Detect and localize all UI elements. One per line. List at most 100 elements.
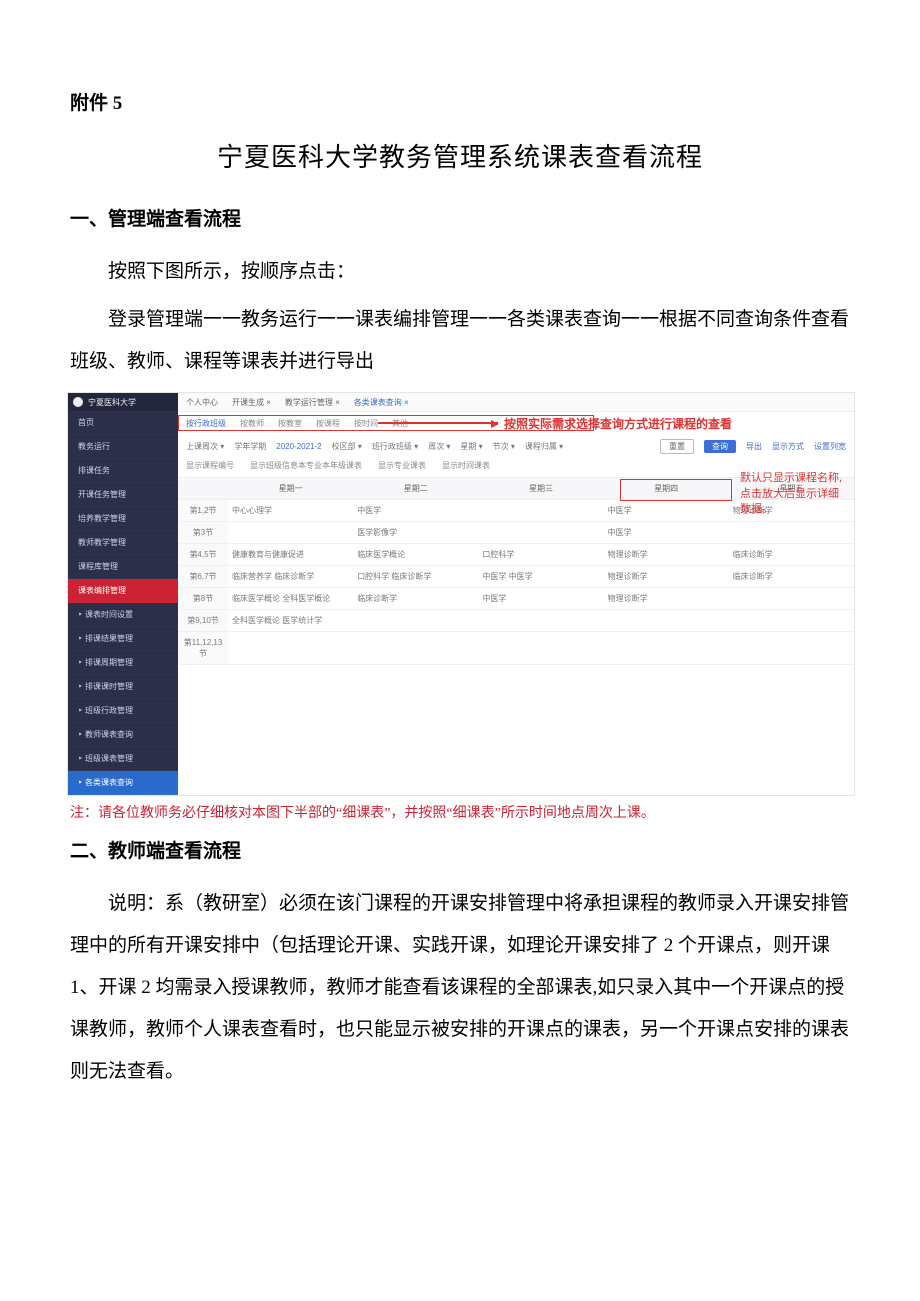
grid-header: 星期四 — [604, 478, 729, 500]
grid-cell[interactable]: 临床诊断学 — [729, 566, 854, 588]
col-width-link[interactable]: 设置列宽 — [814, 441, 846, 452]
page-title: 宁夏医科大学教务管理系统课表查看流程 — [70, 137, 850, 174]
grid-cell[interactable]: 中医学 — [478, 588, 603, 610]
filter-week[interactable]: 上课周次 ▾ — [186, 441, 224, 452]
sidebar-subitem[interactable]: ‣ 班级行政管理 — [68, 699, 178, 723]
grid-cell[interactable]: 物理诊断学 — [604, 588, 729, 610]
sidebar-item-schedule-query[interactable]: ‣ 各类课表查询 — [68, 771, 178, 795]
topbar-item-active[interactable]: 各类课表查询 × — [354, 397, 409, 408]
grid-row-label: 第11,12,13节 — [178, 632, 228, 665]
sidebar-item[interactable]: 教务运行 — [68, 435, 178, 459]
topbar-item[interactable]: 个人中心 — [186, 397, 218, 408]
grid-cell[interactable]: 全科医学概论 医学统计学 — [228, 610, 353, 632]
tab-by-teacher[interactable]: 按教师 — [240, 418, 264, 429]
logo-text: 宁夏医科大学 — [88, 397, 136, 408]
grid-cell[interactable] — [353, 610, 478, 632]
topbar-item[interactable]: 开课生成 × — [232, 397, 271, 408]
display-opt[interactable]: 显示专业课表 — [378, 460, 426, 471]
grid-cell[interactable]: 中医学 — [353, 500, 478, 522]
grid-row-label: 第1,2节 — [178, 500, 228, 522]
display-opt[interactable]: 显示课程编号 — [186, 460, 234, 471]
grid-cell[interactable] — [478, 610, 603, 632]
grid-cell[interactable]: 中医学 中医学 — [478, 566, 603, 588]
tab-by-class[interactable]: 按行政班级 — [186, 418, 226, 429]
sidebar-item-schedule-mgmt[interactable]: 课表编排管理 — [68, 579, 178, 603]
grid-cell[interactable] — [228, 632, 353, 665]
grid-cell[interactable] — [729, 610, 854, 632]
sidebar-subitem[interactable]: ‣ 排课课时管理 — [68, 675, 178, 699]
grid-cell[interactable]: 物理诊断学 — [604, 566, 729, 588]
sidebar-item[interactable]: 教师教学管理 — [68, 531, 178, 555]
sidebar-item[interactable]: 排课任务 — [68, 459, 178, 483]
grid-cell[interactable]: 中心心理学 — [228, 500, 353, 522]
tab-by-time[interactable]: 按时间 — [354, 418, 378, 429]
filter-owner[interactable]: 课程归属 ▾ — [525, 441, 563, 452]
sidebar-item[interactable]: 首页 — [68, 411, 178, 435]
grid-cell[interactable]: 临床医学概论 全科医学概论 — [228, 588, 353, 610]
reset-button[interactable]: 重置 — [660, 439, 694, 454]
grid-cell[interactable]: 医学影像学 — [353, 522, 478, 544]
sidebar-item[interactable]: 开课任务管理 — [68, 483, 178, 507]
red-tip-text: 默认只显示课程名称, 点击放大后显示详细 数据。 — [740, 471, 850, 517]
grid-cell[interactable]: 临床诊断学 — [353, 588, 478, 610]
attachment-label: 附件 5 — [70, 88, 850, 115]
sidebar-subitem[interactable]: ‣ 排课周期管理 — [68, 651, 178, 675]
top-breadcrumb: 个人中心 开课生成 × 教学运行管理 × 各类课表查询 × — [178, 393, 854, 412]
display-opt[interactable]: 显示班级信息本专业本年级课表 — [250, 460, 362, 471]
grid-header: 星期三 — [478, 478, 603, 500]
grid-cell[interactable]: 中医学 — [604, 500, 729, 522]
display-mode-link[interactable]: 显示方式 — [772, 441, 804, 452]
grid-row-label: 第8节 — [178, 588, 228, 610]
grid-cell[interactable]: 临床医学概论 — [353, 544, 478, 566]
grid-cell[interactable]: 临床诊断学 — [729, 544, 854, 566]
tab-by-room[interactable]: 按教室 — [278, 418, 302, 429]
red-arrow-line — [378, 422, 498, 424]
filter-term-value[interactable]: 2020-2021-2 — [276, 442, 321, 451]
sidebar-subitem[interactable]: ‣ 班级课表管理 — [68, 747, 178, 771]
grid-cell[interactable] — [604, 610, 729, 632]
grid-cell[interactable] — [478, 500, 603, 522]
grid-cell[interactable]: 口腔科学 — [478, 544, 603, 566]
red-arrow-label: 按照实际需求选择查询方式进行课程的查看 — [504, 415, 732, 432]
grid-cell[interactable] — [478, 522, 603, 544]
sidebar-subitem[interactable]: ‣ 教师课表查询 — [68, 723, 178, 747]
grid-cell[interactable] — [729, 522, 854, 544]
logo-row: 宁夏医科大学 — [68, 393, 178, 411]
screenshot-sidebar: 宁夏医科大学 首页 教务运行 排课任务 开课任务管理 培养教学管理 教师教学管理… — [68, 393, 178, 795]
export-link[interactable]: 导出 — [746, 441, 762, 452]
section-1-para-1: 按照下图所示，按顺序点击： — [70, 251, 850, 293]
display-opt[interactable]: 显示时间课表 — [442, 460, 490, 471]
topbar-item[interactable]: 教学运行管理 × — [285, 397, 340, 408]
sidebar-item[interactable]: 培养教学管理 — [68, 507, 178, 531]
filter-zhou[interactable]: 周次 ▾ — [428, 441, 450, 452]
filter-section[interactable]: 节次 ▾ — [493, 441, 515, 452]
grid-cell[interactable]: 临床营养学 临床诊断学 — [228, 566, 353, 588]
grid-cell[interactable] — [478, 632, 603, 665]
filter-campus[interactable]: 校区部 ▾ — [332, 441, 362, 452]
sidebar-subitem[interactable]: ‣ 课表时间设置 — [68, 603, 178, 627]
logo-icon — [73, 397, 83, 407]
screenshot-footnote: 注：请各位教师务必仔细核对本图下半部的“细课表”，并按照“细课表”所示时间地点周… — [70, 802, 850, 822]
section-2-para-1: 说明：系（教研室）必须在该门课程的开课安排管理中将承担课程的教师录入开课安排管理… — [70, 883, 850, 1092]
grid-cell[interactable] — [729, 632, 854, 665]
grid-cell[interactable]: 物理诊断学 — [604, 544, 729, 566]
query-button[interactable]: 查询 — [704, 440, 736, 453]
grid-cell[interactable]: 口腔科学 临床诊断学 — [353, 566, 478, 588]
grid-cell[interactable] — [729, 588, 854, 610]
tip-line: 默认只显示课程名称, — [740, 471, 850, 486]
tab-by-course[interactable]: 按课程 — [316, 418, 340, 429]
grid-cell[interactable] — [353, 632, 478, 665]
section-2-heading: 二、教师端查看流程 — [70, 836, 850, 863]
filter-term-label: 学年学期 — [234, 441, 266, 452]
sidebar-item[interactable]: 课程库管理 — [68, 555, 178, 579]
filter-day[interactable]: 星期 ▾ — [460, 441, 482, 452]
grid-cell[interactable] — [604, 632, 729, 665]
grid-cell[interactable] — [228, 522, 353, 544]
grid-header: 星期一 — [228, 478, 353, 500]
grid-cell[interactable]: 健康教育与健康促进 — [228, 544, 353, 566]
grid-header: 星期二 — [353, 478, 478, 500]
tip-line: 数据。 — [740, 502, 850, 517]
sidebar-subitem[interactable]: ‣ 排课结果管理 — [68, 627, 178, 651]
grid-cell[interactable]: 中医学 — [604, 522, 729, 544]
filter-class[interactable]: 班行政班级 ▾ — [372, 441, 418, 452]
